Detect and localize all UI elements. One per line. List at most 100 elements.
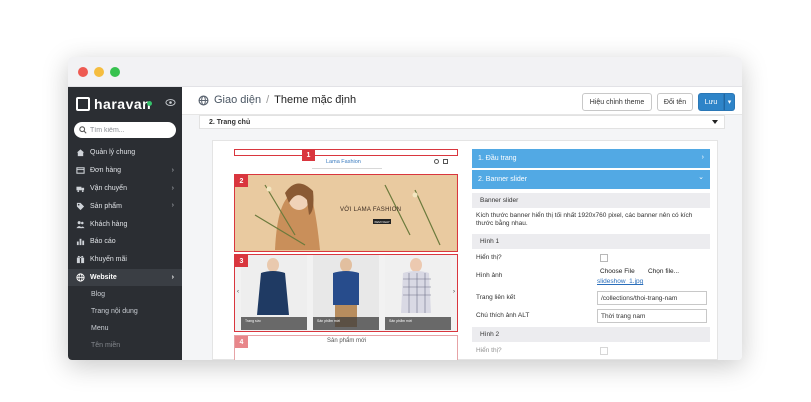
sidebar-item-bao-cao[interactable]: Báo cáo bbox=[68, 233, 182, 251]
collection-label: Sản phẩm mới bbox=[389, 319, 412, 323]
globe-icon bbox=[76, 273, 85, 282]
app-window: haravan Quản lý chung Đơn hàng › bbox=[68, 57, 742, 360]
promo-icon bbox=[76, 256, 85, 264]
slider-next-icon: › bbox=[453, 289, 455, 295]
image-1-alt-row: Chú thích ảnh ALT bbox=[472, 307, 710, 325]
sidebar-item-label: Khuyến mãi bbox=[90, 256, 127, 264]
sidebar-item-van-chuyen[interactable]: Vận chuyển › bbox=[68, 180, 182, 198]
sidebar-item-san-pham[interactable]: Sản phẩm › bbox=[68, 197, 182, 215]
field-label: Trang liên kết bbox=[476, 294, 516, 302]
orders-icon bbox=[76, 167, 85, 174]
window-titlebar bbox=[68, 57, 742, 87]
image-2-show-row: Hiển thị? bbox=[472, 342, 710, 360]
sidebar-item-label: Website bbox=[90, 273, 117, 281]
sidebar-subitem-menu[interactable]: Menu bbox=[68, 320, 182, 337]
search-icon bbox=[79, 126, 87, 134]
search-input[interactable] bbox=[90, 126, 170, 134]
sidebar-subitem-blog[interactable]: Blog bbox=[68, 286, 182, 303]
sidebar-subitem-ten-mien[interactable]: Tên miền bbox=[68, 337, 182, 354]
image-1-link-input[interactable] bbox=[597, 291, 707, 306]
sidebar-item-label: Báo cáo bbox=[90, 238, 116, 246]
shop-name: Lama Fashion bbox=[326, 159, 361, 165]
section-title: 2. Trang chủ bbox=[209, 118, 251, 126]
truck-icon bbox=[76, 186, 85, 193]
page-header: Giao diện / Theme mặc định Hiệu chỉnh th… bbox=[182, 87, 742, 115]
chevron-right-icon: › bbox=[171, 273, 174, 281]
banner-slider-subheading: Banner slider bbox=[472, 193, 710, 208]
logo-text: haravan bbox=[94, 96, 152, 112]
section-badge-1: 1 bbox=[302, 149, 315, 161]
chevron-right-icon: › bbox=[171, 202, 174, 210]
eye-icon[interactable] bbox=[165, 97, 176, 108]
online-status-dot bbox=[147, 101, 152, 106]
section-badge-3: 3 bbox=[235, 255, 248, 267]
banner-headline: VỚI LAMA FASHION bbox=[340, 207, 402, 213]
uploaded-file-link[interactable]: slideshow_1.jpg bbox=[597, 278, 643, 285]
theme-preview: 1 Lama Fashion VỚI LAMA FASHION XEM NGAY… bbox=[234, 149, 458, 360]
image-2-show-checkbox[interactable] bbox=[600, 347, 608, 356]
accordion-label: 1. Đầu trang bbox=[478, 155, 517, 162]
chevron-right-icon: › bbox=[171, 166, 174, 174]
image-1-heading: Hình 1 bbox=[472, 234, 710, 250]
image-1-file-row: Hình ảnh Choose File Chọn file... slides… bbox=[472, 267, 710, 289]
sidebar: haravan Quản lý chung Đơn hàng › bbox=[68, 87, 182, 360]
preview-section-header[interactable] bbox=[234, 149, 458, 156]
sidebar-item-quan-ly-chung[interactable]: Quản lý chung bbox=[68, 144, 182, 162]
field-label: Hiển thị? bbox=[476, 254, 502, 262]
sidebar-item-website[interactable]: Website › bbox=[68, 268, 182, 287]
accordion-label: 2. Banner slider bbox=[478, 176, 528, 183]
sidebar-item-label: Sản phẩm bbox=[90, 202, 122, 210]
users-icon bbox=[76, 220, 85, 228]
field-label: Chú thích ảnh ALT bbox=[476, 312, 530, 320]
banner-cta-button: XEM NGAY bbox=[373, 219, 391, 224]
image-2-heading: Hình 2 bbox=[472, 327, 710, 343]
new-products-heading: Sản phẩm mới bbox=[327, 338, 367, 344]
save-button[interactable]: Lưu bbox=[698, 93, 724, 111]
window-close-button[interactable] bbox=[78, 67, 88, 77]
preview-section-collections[interactable]: Trang sức Sản phẩm mới Sản phẩm mới ‹ › bbox=[234, 254, 458, 332]
sidebar-item-label: Khách hàng bbox=[90, 220, 128, 228]
sidebar-item-khuyen-mai[interactable]: Khuyến mãi bbox=[68, 251, 182, 269]
breadcrumb-parent-link[interactable]: Giao diện bbox=[214, 94, 261, 106]
sidebar-item-don-hang[interactable]: Đơn hàng › bbox=[68, 162, 182, 180]
sidebar-subitem-trang-noi-dung[interactable]: Trang nội dung bbox=[68, 303, 182, 320]
home-icon bbox=[76, 149, 85, 157]
save-dropdown-caret[interactable]: ▾ bbox=[724, 93, 735, 111]
breadcrumb-separator: / bbox=[266, 94, 270, 106]
sidebar-item-khach-hang[interactable]: Khách hàng bbox=[68, 215, 182, 233]
section-badge-2: 2 bbox=[235, 175, 248, 187]
edit-theme-button[interactable]: Hiệu chỉnh theme bbox=[582, 93, 652, 111]
haravan-logo[interactable]: haravan bbox=[76, 95, 151, 113]
image-1-alt-input[interactable] bbox=[597, 309, 707, 324]
preview-menu-bar bbox=[312, 168, 382, 169]
preview-search-icon bbox=[434, 159, 439, 164]
image-1-show-row: Hiển thị? bbox=[472, 249, 710, 267]
preview-section-banner[interactable]: VỚI LAMA FASHION XEM NGAY bbox=[234, 174, 458, 252]
section-header-trang-chu[interactable]: 2. Trang chủ bbox=[199, 115, 725, 129]
theme-editor-panel: 1 Lama Fashion VỚI LAMA FASHION XEM NGAY… bbox=[212, 140, 718, 360]
collection-label: Sản phẩm mới bbox=[317, 319, 340, 323]
globe-icon bbox=[198, 94, 209, 106]
tag-icon bbox=[76, 202, 85, 210]
accordion-banner-slider[interactable]: 2. Banner slider ⌄ bbox=[472, 170, 710, 189]
accordion-dau-trang[interactable]: 1. Đầu trang › bbox=[472, 149, 710, 168]
section-badge-4: 4 bbox=[235, 336, 248, 348]
sidebar-nav: Quản lý chung Đơn hàng › Vận chuyển › Sả… bbox=[68, 144, 182, 354]
sidebar-search[interactable] bbox=[74, 122, 176, 138]
collection-label: Trang sức bbox=[245, 319, 261, 323]
chevron-right-icon: › bbox=[701, 154, 704, 161]
window-maximize-button[interactable] bbox=[110, 67, 120, 77]
chosen-file-text: Chọn file... bbox=[648, 268, 680, 276]
haravan-logo-icon bbox=[76, 97, 90, 111]
breadcrumb: Giao diện / Theme mặc định bbox=[198, 94, 356, 106]
page-title: Theme mặc định bbox=[274, 94, 357, 106]
rename-button[interactable]: Đổi tên bbox=[657, 93, 693, 111]
sidebar-item-label: Vận chuyển bbox=[90, 184, 127, 192]
main-content: 2. Trang chủ 1 Lama Fashion VỚI LAMA FAS… bbox=[182, 115, 742, 360]
window-minimize-button[interactable] bbox=[94, 67, 104, 77]
field-label: Hình ảnh bbox=[476, 272, 503, 280]
slider-prev-icon: ‹ bbox=[237, 289, 239, 295]
settings-panel: 1. Đầu trang › 2. Banner slider ⌄ Banner… bbox=[472, 149, 710, 360]
image-1-show-checkbox[interactable] bbox=[600, 254, 608, 263]
choose-file-button[interactable]: Choose File bbox=[600, 268, 635, 275]
